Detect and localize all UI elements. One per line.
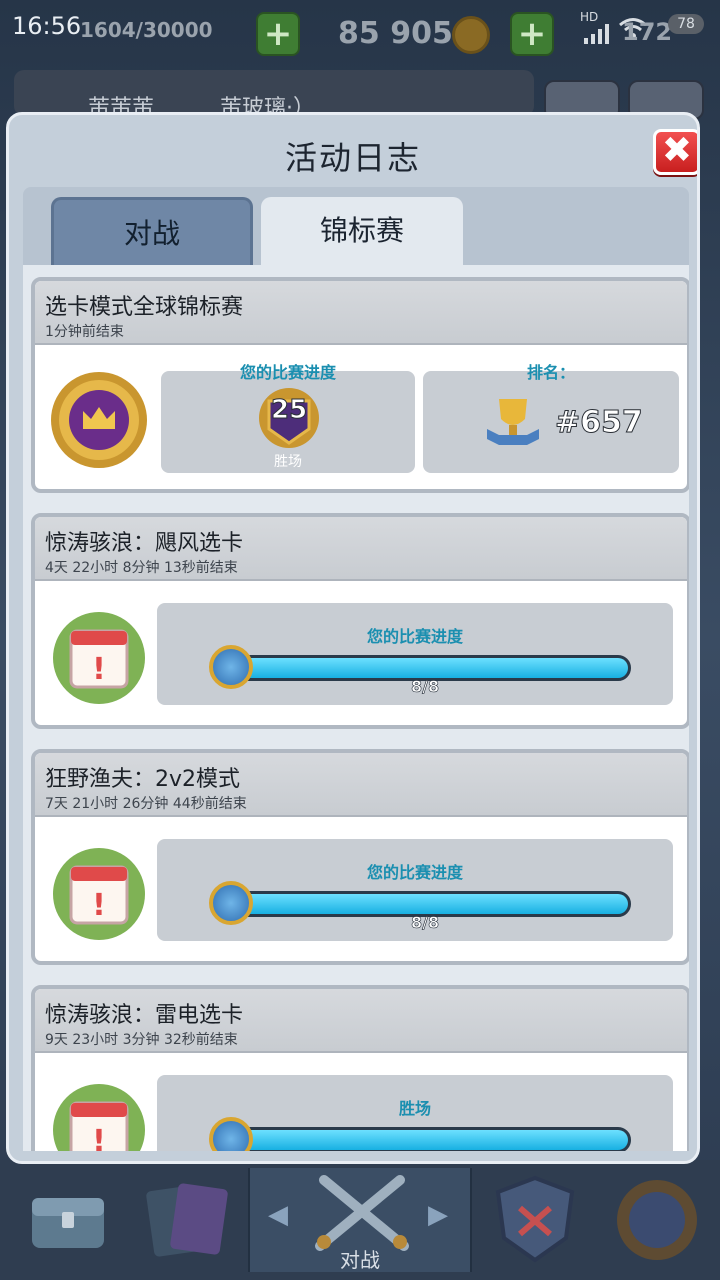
event-calendar-badge-icon: ! (53, 1084, 145, 1151)
list-item: 惊涛骇浪：飓风选卡 4天 22小时 8分钟 13秒前结束 ! 您的比赛进度 8/… (31, 513, 689, 729)
svg-text:!: ! (92, 1124, 106, 1151)
card-header: 惊涛骇浪：飓风选卡 4天 22小时 8分钟 13秒前结束 (35, 517, 687, 581)
list-item: 狂野渔夫：2v2模式 7天 21小时 26分钟 44秒前结束 ! 您的比赛进度 … (31, 749, 689, 965)
list-item: 惊涛骇浪：雷电选卡 9天 23小时 3分钟 32秒前结束 ! 胜场 (31, 985, 689, 1151)
medal-icon (209, 645, 253, 689)
rank-panel: 排名： #657 (423, 363, 679, 473)
entry-title: 惊涛骇浪：飓风选卡 (45, 531, 244, 556)
signal-icon (584, 24, 609, 44)
nav-battle-label: 对战 (340, 1248, 380, 1272)
close-icon: ✖ (661, 130, 693, 171)
progress-panel: 您的比赛进度 8/8 (157, 603, 673, 705)
tab-battle[interactable]: 对战 (51, 197, 253, 265)
activity-log-modal: 活动日志 ✖ 对战 锦标赛 选卡模式全球锦标赛 1分钟前结束 您的比赛进度 25… (6, 112, 700, 1164)
status-time: 16:56 (12, 12, 82, 40)
trophy-progress: 1604/30000 (80, 18, 213, 42)
battery-level: 78 (668, 14, 704, 34)
event-calendar-badge-icon: ! (53, 612, 145, 704)
nav-shop-tab[interactable] (18, 1168, 118, 1272)
gem-amount: 172 (622, 18, 673, 46)
entry-title: 惊涛骇浪：雷电选卡 (45, 1003, 244, 1028)
svg-text:!: ! (92, 888, 106, 923)
card-header: 选卡模式全球锦标赛 1分钟前结束 (35, 281, 687, 345)
gold-amount: 85 905 (338, 16, 453, 51)
medal-icon (209, 881, 253, 925)
entry-title: 选卡模式全球锦标赛 (45, 295, 244, 320)
progress-text: 8/8 (411, 677, 440, 697)
entry-title: 狂野渔夫：2v2模式 (45, 767, 241, 792)
progress-panel: 您的比赛进度 8/8 (157, 839, 673, 941)
gold-coin-icon (452, 16, 490, 54)
progress-bar (227, 1127, 631, 1151)
tournament-list[interactable]: 选卡模式全球锦标赛 1分钟前结束 您的比赛进度 25 胜场 排名： #657 惊… (23, 265, 689, 1151)
rank-label: 排名： (526, 363, 575, 382)
svg-text:!: ! (92, 652, 106, 687)
nav-prev-arrow-icon[interactable]: ◀ (268, 1200, 288, 1230)
entry-subtitle: 9天 23小时 3分钟 32秒前结束 (45, 1032, 238, 1048)
card-header: 狂野渔夫：2v2模式 7天 21小时 26分钟 44秒前结束 (35, 753, 687, 817)
progress-fill (230, 658, 628, 678)
chest-icon (32, 1198, 104, 1248)
modal-title: 活动日志 (284, 139, 421, 177)
progress-fill (230, 894, 628, 914)
cards-icon (146, 1183, 228, 1257)
clan-shield-icon (495, 1175, 575, 1263)
progress-panel: 胜场 (157, 1075, 673, 1151)
rank-value: #657 (555, 405, 644, 441)
list-item: 选卡模式全球锦标赛 1分钟前结束 您的比赛进度 25 胜场 排名： #657 (31, 277, 689, 493)
nav-next-arrow-icon[interactable]: ▶ (428, 1200, 448, 1230)
trophy-icon (487, 399, 539, 445)
event-laurel-icon (617, 1180, 697, 1260)
nav-cards-tab[interactable] (130, 1168, 240, 1272)
progress-fill (230, 1130, 628, 1150)
progress-panel: 您的比赛进度 25 胜场 (161, 363, 415, 473)
progress-label: 您的比赛进度 (366, 863, 463, 882)
entry-subtitle: 7天 21小时 26分钟 44秒前结束 (45, 796, 247, 812)
wins-label: 胜场 (274, 454, 302, 470)
progress-label: 您的比赛进度 (366, 627, 463, 646)
add-gold-button[interactable]: + (510, 12, 554, 56)
wins-count: 25 (270, 395, 308, 426)
close-button[interactable]: ✖ (653, 129, 697, 175)
global-tournament-badge-icon (51, 372, 147, 468)
nav-clan-tab[interactable] (480, 1168, 590, 1272)
entry-subtitle: 1分钟前结束 (45, 324, 124, 340)
medal-icon (209, 1117, 253, 1151)
progress-label: 胜场 (398, 1099, 431, 1118)
status-bar: 16:56 1604/30000 + 85 905 + HD 172 78 (0, 0, 720, 60)
network-type: HD (580, 10, 599, 24)
entry-subtitle: 4天 22小时 8分钟 13秒前结束 (45, 560, 238, 576)
card-header: 惊涛骇浪：雷电选卡 9天 23小时 3分钟 32秒前结束 (35, 989, 687, 1053)
progress-text: 8/8 (411, 913, 440, 933)
event-calendar-badge-icon: ! (53, 848, 145, 940)
add-resource-button[interactable]: + (256, 12, 300, 56)
tab-tournament[interactable]: 锦标赛 (261, 197, 463, 265)
nav-events-tab[interactable] (602, 1168, 712, 1272)
progress-label: 您的比赛进度 (239, 363, 336, 382)
